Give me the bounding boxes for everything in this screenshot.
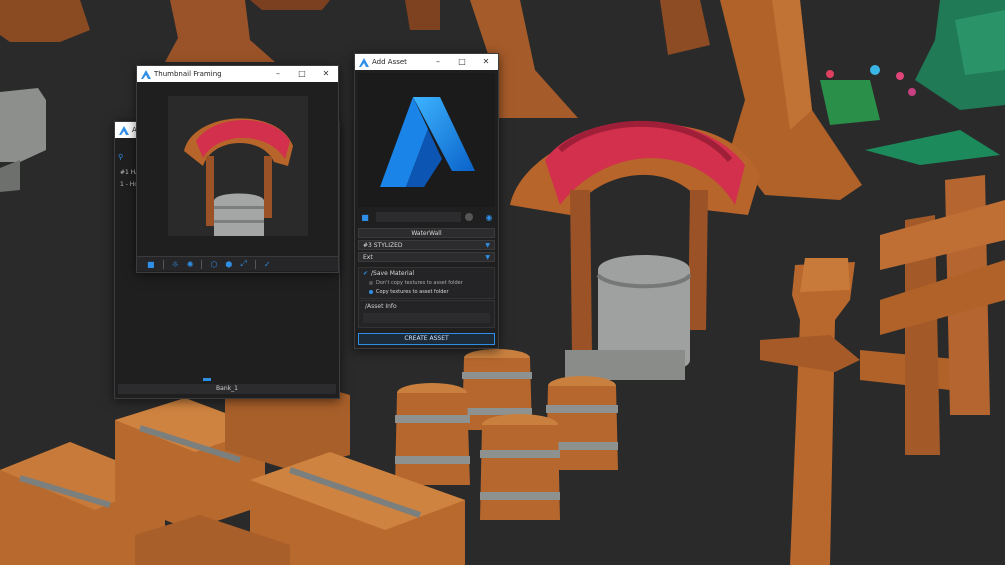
toolbar-divider: [201, 259, 203, 269]
foliage: [820, 0, 1005, 165]
search-icon[interactable]: ⚲: [118, 153, 123, 161]
maximize-button[interactable]: □: [450, 54, 474, 70]
asset-browser-searchbar[interactable]: ⚲: [118, 153, 138, 165]
wishing-well-model: [510, 120, 760, 380]
sphere-icon[interactable]: ⬢: [225, 260, 232, 269]
no-copy-radio[interactable]: [369, 281, 373, 285]
asset-preview: [358, 73, 495, 207]
asset-info-section: /Asset Info: [358, 300, 495, 328]
create-asset-button[interactable]: CREATE ASSET: [358, 333, 495, 345]
asset-logo-image: [380, 97, 475, 187]
scroll-handle[interactable]: [203, 378, 211, 381]
preview-path-field[interactable]: [376, 212, 461, 222]
fence: [760, 175, 1005, 565]
stone-block: [0, 88, 46, 162]
create-asset-label: CREATE ASSET: [404, 335, 449, 342]
asset-info-field[interactable]: [363, 313, 490, 323]
camera-icon[interactable]: ◉: [483, 213, 495, 222]
minimize-button[interactable]: –: [266, 66, 290, 82]
crates: [0, 378, 465, 565]
folder-icon[interactable]: ■: [358, 213, 372, 222]
copy-radio[interactable]: [369, 290, 373, 294]
asset-info-label: /Asset Info: [365, 303, 397, 310]
thumbnail-framing-window[interactable]: Thumbnail Framing – □ ✕ ■ ☼ ✺ ⬡ ⬢ ⤢ ✓: [136, 65, 339, 273]
well-thumbnail-image: [184, 118, 293, 252]
subcategory-value: Ext: [363, 253, 373, 261]
maximize-button[interactable]: □: [290, 66, 314, 82]
add-asset-window[interactable]: Add Asset – □ ✕ ■ ◉ WaterWall #3 STYLIZE…: [354, 53, 499, 349]
save-material-section: ✔ /Save Material Don't copy textures to …: [358, 267, 495, 299]
asset-browser-footer: Bank_1: [118, 384, 336, 394]
chevron-down-icon: ▼: [485, 241, 490, 249]
category-dropdown[interactable]: #3 STYLIZED ▼: [358, 240, 495, 250]
minimize-button[interactable]: –: [426, 54, 450, 70]
preview-toolbar: ■ ◉: [358, 211, 495, 223]
app-logo-icon: [119, 125, 129, 135]
asset-name-value: WaterWall: [411, 229, 442, 237]
add-asset-titlebar[interactable]: Add Asset – □ ✕: [355, 54, 498, 70]
category-value: #3 STYLIZED: [363, 241, 403, 249]
save-material-label: /Save Material: [371, 270, 415, 277]
chevron-down-icon: ▼: [485, 253, 490, 261]
close-button[interactable]: ✕: [474, 54, 498, 70]
tree-trunk-left: [0, 0, 330, 62]
copy-label: Copy textures to asset folder: [376, 289, 449, 295]
no-copy-label: Don't copy textures to asset folder: [376, 280, 463, 286]
save-material-checkbox[interactable]: ✔: [363, 270, 368, 277]
toolbar-divider: [162, 259, 164, 269]
close-button[interactable]: ✕: [314, 66, 338, 82]
thumbnail-framing-title: Thumbnail Framing: [154, 70, 222, 78]
record-icon[interactable]: [465, 213, 473, 221]
sun-icon[interactable]: ☼: [172, 260, 179, 269]
thumbnail-toolbar: ■ ☼ ✺ ⬡ ⬢ ⤢ ✓: [137, 256, 338, 271]
thumbnail-preview[interactable]: [168, 96, 308, 252]
asset-name-field[interactable]: WaterWall: [358, 228, 495, 238]
subcategory-dropdown[interactable]: Ext ▼: [358, 252, 495, 262]
fit-icon[interactable]: ⤢: [240, 259, 246, 269]
check-icon[interactable]: ✓: [264, 260, 271, 269]
app-logo-icon: [359, 57, 369, 67]
cube-icon[interactable]: ⬡: [210, 260, 217, 269]
folder-icon[interactable]: ■: [147, 260, 155, 269]
toolbar-divider: [254, 259, 256, 269]
footer-label: Bank_1: [216, 385, 238, 392]
add-asset-title: Add Asset: [372, 58, 407, 66]
sun-dim-icon[interactable]: ✺: [187, 260, 194, 269]
thumbnail-framing-titlebar[interactable]: Thumbnail Framing – □ ✕: [137, 66, 338, 82]
app-logo-icon: [141, 69, 151, 79]
